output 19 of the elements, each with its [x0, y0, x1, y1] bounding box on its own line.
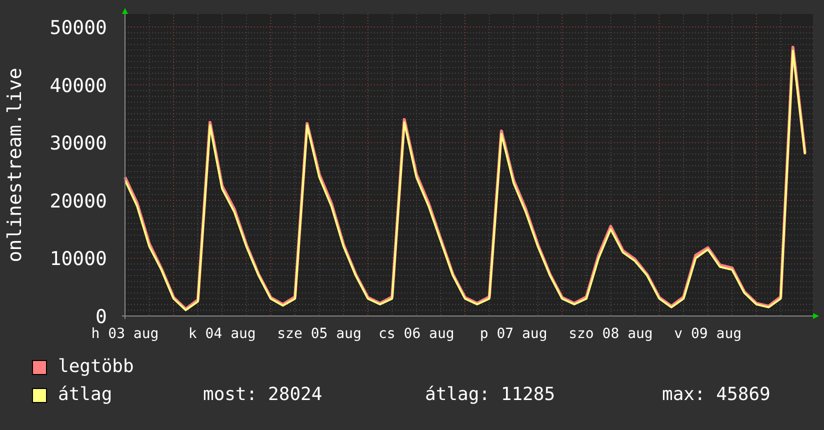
- legend-label: legtöbb: [58, 356, 135, 378]
- y-axis-label: 30000: [50, 132, 107, 155]
- x-axis-label: szo 08 aug: [568, 326, 653, 342]
- legend-label: átlag: [58, 384, 114, 406]
- x-axis-label: h 03 aug: [91, 326, 159, 342]
- x-axis-label: cs 06 aug: [378, 326, 454, 342]
- y-axis-label: 50000: [50, 17, 107, 39]
- x-axis-label: sze 05 aug: [277, 326, 362, 342]
- x-axis-label: k 04 aug: [188, 326, 256, 342]
- stat-value: max: 45869: [662, 384, 772, 406]
- stat-value: átlag: 11285: [425, 384, 556, 406]
- y-axis-label: 20000: [50, 190, 107, 212]
- stat-value: most: 28024: [203, 384, 324, 406]
- x-axis-label: v 09 aug: [674, 326, 742, 342]
- y-axis-label: 10000: [50, 248, 107, 270]
- y-axis-label: 40000: [50, 74, 107, 97]
- y-axis-title: onlinestream.live: [4, 68, 26, 262]
- y-axis-label: 0: [96, 306, 107, 328]
- x-axis-label: p 07 aug: [480, 326, 548, 342]
